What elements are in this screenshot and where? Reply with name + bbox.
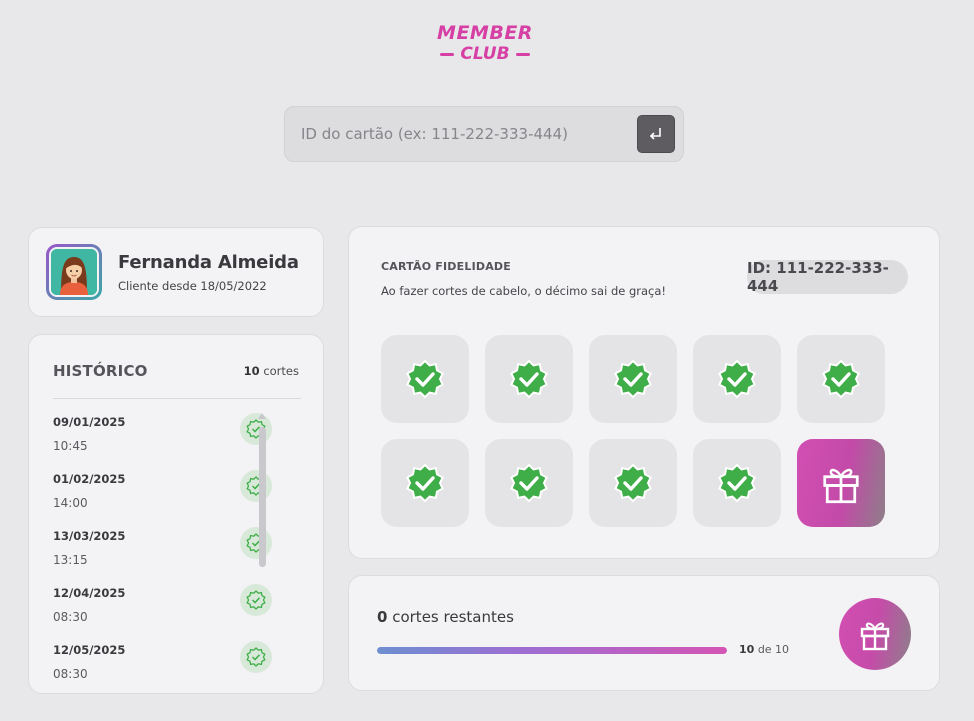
progress-count: 10 de 10 bbox=[739, 643, 790, 656]
logo-dash-right bbox=[515, 52, 530, 56]
check-badge-icon bbox=[718, 359, 756, 399]
logo-line1: MEMBER bbox=[437, 22, 533, 44]
client-profile-card: Fernanda Almeida Cliente desde 18/05/202… bbox=[28, 227, 324, 317]
stamp-checked bbox=[381, 335, 469, 423]
history-time: 08:30 bbox=[53, 610, 88, 624]
scroll-up-arrow-icon[interactable] bbox=[258, 413, 266, 419]
stamp-checked bbox=[693, 439, 781, 527]
check-badge-icon bbox=[718, 463, 756, 503]
history-date: 09/01/2025 bbox=[53, 415, 126, 429]
card-id-search bbox=[284, 106, 684, 162]
gift-icon bbox=[860, 622, 890, 651]
loyalty-card-label: CARTÃO FIDELIDADE bbox=[381, 260, 511, 273]
progress-bar bbox=[377, 647, 727, 654]
loyalty-card: CARTÃO FIDELIDADE Ao fazer cortes de cab… bbox=[348, 226, 940, 559]
progress-fill bbox=[377, 647, 727, 654]
check-badge-icon bbox=[240, 641, 272, 673]
logo-line2: CLUB bbox=[460, 44, 510, 64]
history-date: 13/03/2025 bbox=[53, 529, 126, 543]
gift-icon bbox=[823, 468, 859, 504]
stamp-gift bbox=[797, 439, 885, 527]
history-divider bbox=[53, 398, 301, 399]
woman-avatar-icon bbox=[51, 249, 97, 295]
check-badge-icon bbox=[822, 359, 860, 399]
card-id-input[interactable] bbox=[301, 125, 637, 143]
stamp-checked bbox=[589, 335, 677, 423]
history-item: 12/05/2025 08:30 bbox=[53, 637, 299, 694]
logo-dash-left bbox=[440, 52, 455, 56]
check-badge-icon bbox=[614, 463, 652, 503]
member-club-logo: MEMBER CLUB bbox=[433, 22, 537, 70]
check-badge-icon bbox=[614, 359, 652, 399]
stamp-checked bbox=[485, 335, 573, 423]
check-badge-icon bbox=[406, 359, 444, 399]
stamp-checked bbox=[589, 439, 677, 527]
check-badge-icon bbox=[240, 470, 272, 502]
history-date: 12/04/2025 bbox=[53, 586, 126, 600]
history-item: 12/04/2025 08:30 bbox=[53, 580, 299, 637]
stamp-checked bbox=[381, 439, 469, 527]
history-date: 12/05/2025 bbox=[53, 643, 126, 657]
history-count: 10 cortes bbox=[243, 364, 299, 378]
card-id-badge: ID: 111-222-333-444 bbox=[747, 259, 908, 295]
history-card: HISTÓRICO 10 cortes 09/01/2025 10:45 01/… bbox=[28, 334, 324, 694]
history-title: HISTÓRICO bbox=[53, 362, 148, 380]
history-time: 10:45 bbox=[53, 439, 88, 453]
history-time: 13:15 bbox=[53, 553, 88, 567]
history-scrollbar[interactable] bbox=[258, 413, 266, 573]
stamp-checked bbox=[485, 439, 573, 527]
check-badge-icon bbox=[510, 359, 548, 399]
check-badge-icon bbox=[240, 584, 272, 616]
scrollbar-thumb[interactable] bbox=[258, 427, 266, 567]
check-badge-icon bbox=[240, 413, 272, 445]
reward-gift-button[interactable] bbox=[839, 598, 911, 670]
client-since: Cliente desde 18/05/2022 bbox=[118, 278, 267, 293]
enter-icon bbox=[649, 128, 661, 140]
history-date: 01/02/2025 bbox=[53, 472, 126, 486]
loyalty-card-description: Ao fazer cortes de cabelo, o décimo sai … bbox=[381, 284, 667, 298]
avatar bbox=[46, 244, 102, 300]
progress-card: 0 cortes restantes 10 de 10 bbox=[348, 575, 940, 691]
search-submit-button[interactable] bbox=[637, 115, 675, 153]
history-time: 08:30 bbox=[53, 667, 88, 681]
client-name: Fernanda Almeida bbox=[118, 251, 299, 273]
stamp-checked bbox=[797, 335, 885, 423]
check-badge-icon bbox=[510, 463, 548, 503]
stamp-checked bbox=[693, 335, 781, 423]
stamp-grid bbox=[381, 335, 885, 527]
check-badge-icon bbox=[406, 463, 444, 503]
check-badge-icon bbox=[240, 527, 272, 559]
history-time: 14:00 bbox=[53, 496, 88, 510]
remaining-cuts: 0 cortes restantes bbox=[377, 608, 514, 626]
